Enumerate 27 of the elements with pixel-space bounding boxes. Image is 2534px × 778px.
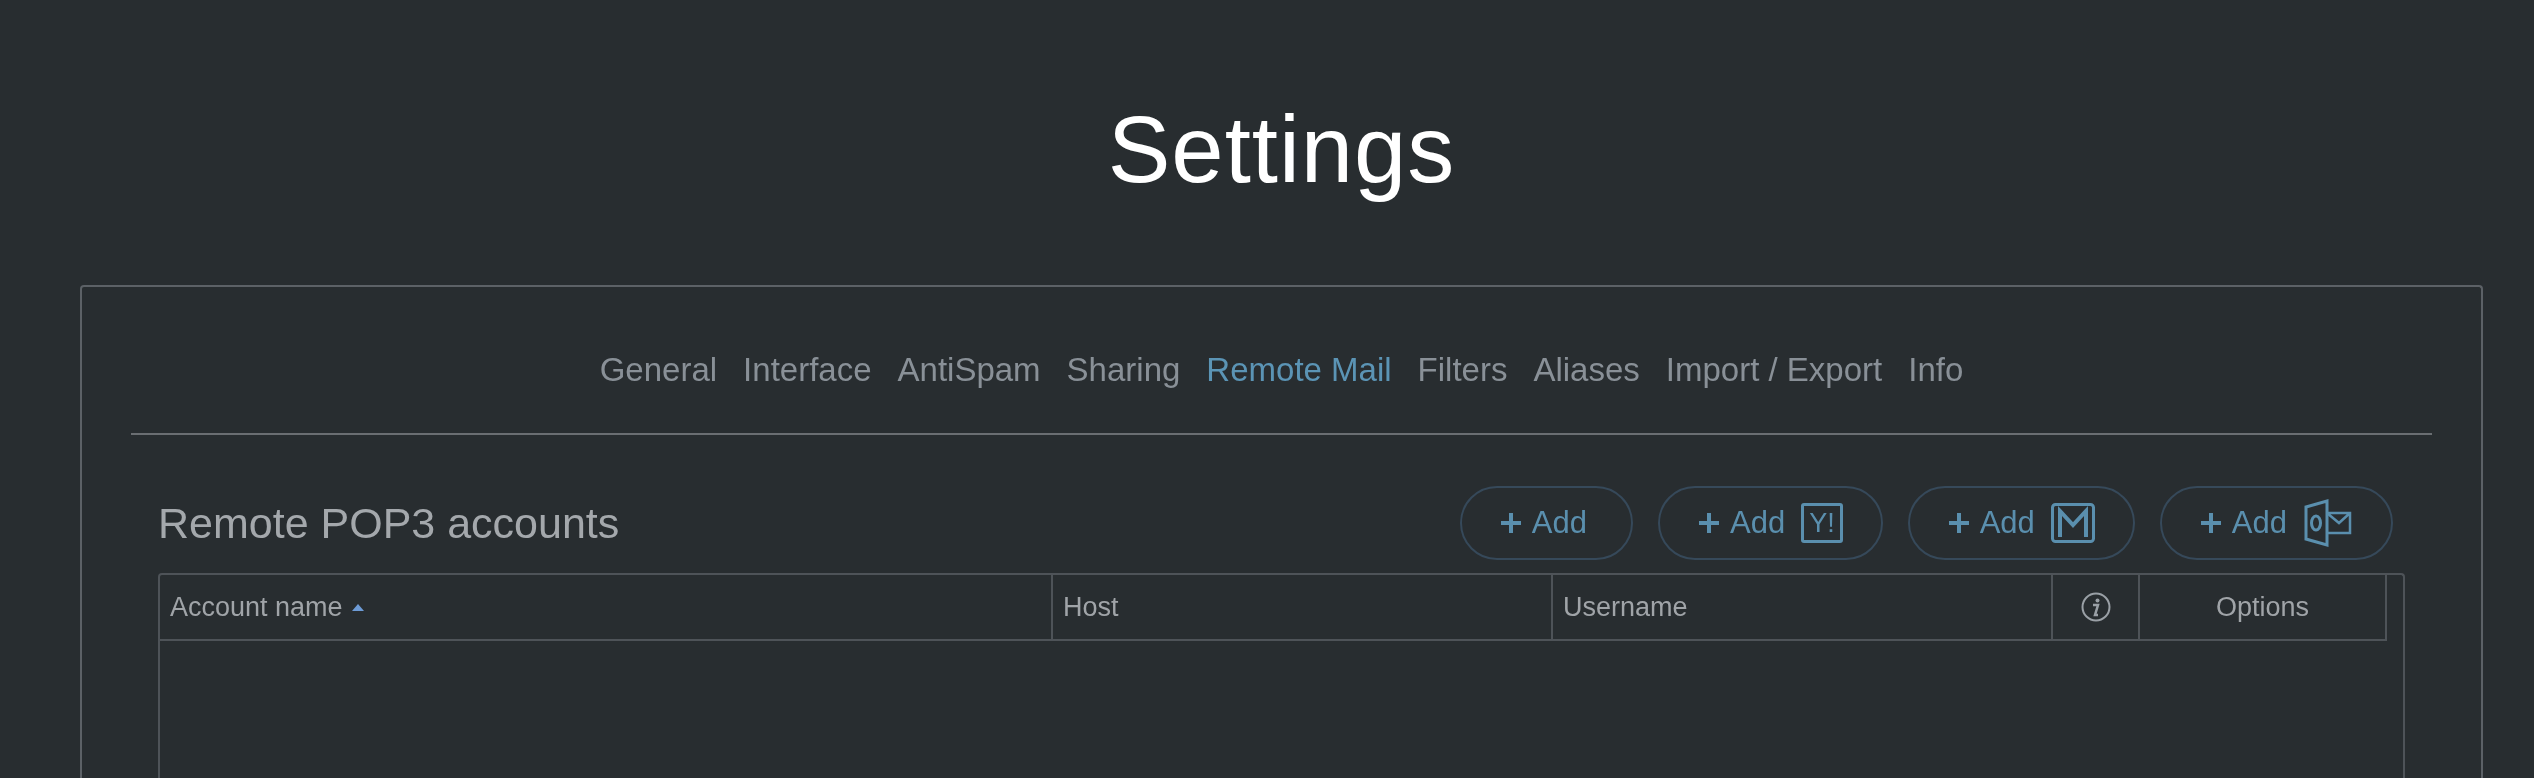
mail-logo-icon — [2303, 499, 2353, 547]
tab[interactable]: Import / Export — [1665, 351, 1883, 389]
info-icon — [2080, 592, 2111, 622]
logo-badge: Y! — [1801, 503, 1843, 543]
tab[interactable]: AntiSpam — [897, 351, 1041, 389]
column-header[interactable]: Host — [1053, 575, 1553, 639]
section-heading: Remote POP3 accounts — [158, 498, 620, 548]
envelope-logo-icon — [2050, 503, 2095, 543]
column-header[interactable]: Username — [1553, 575, 2053, 639]
add-button[interactable]: Add — [1459, 486, 1633, 560]
tab[interactable]: Filters — [1417, 351, 1508, 389]
plus-icon — [1947, 512, 1970, 534]
tab[interactable]: Interface — [743, 351, 872, 389]
column-header[interactable]: Options — [2140, 575, 2387, 639]
add-button[interactable]: Add Y! — [1657, 486, 1883, 560]
tab[interactable]: Remote Mail — [1206, 351, 1392, 389]
tab[interactable]: Sharing — [1066, 351, 1181, 389]
plus-icon — [2199, 512, 2222, 534]
column-header[interactable]: Account name — [160, 575, 1053, 639]
tab[interactable]: General — [599, 351, 718, 389]
plus-icon — [1499, 512, 1522, 534]
page-title: Settings — [1106, 96, 1457, 204]
plus-icon — [1697, 512, 1720, 534]
tab[interactable]: Aliases — [1533, 351, 1640, 389]
tab[interactable]: Info — [1908, 351, 1964, 389]
add-button[interactable]: Add — [1907, 486, 2135, 560]
add-button[interactable]: Add — [2159, 486, 2393, 560]
